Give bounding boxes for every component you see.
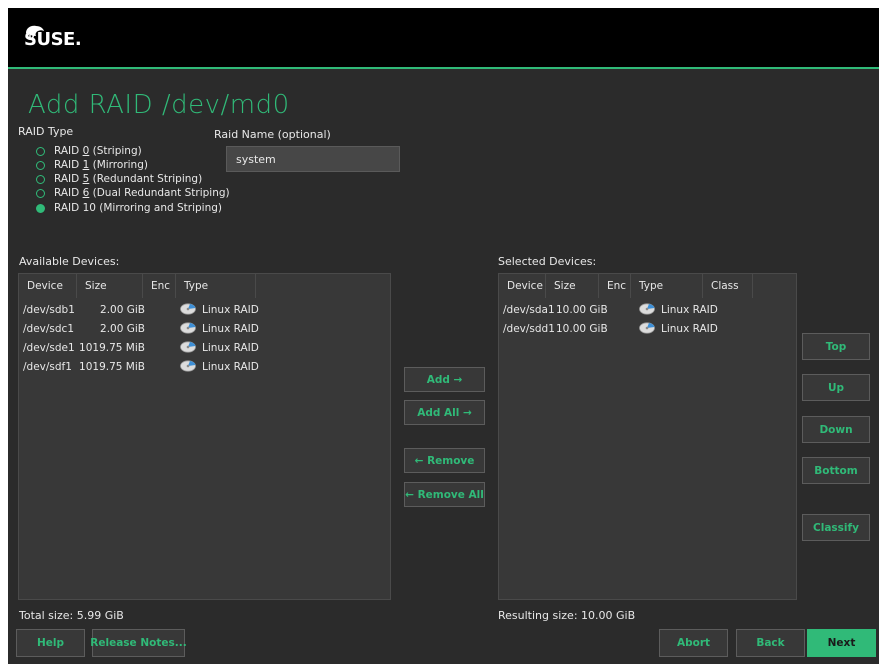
- raid-type-option-label: RAID 6 (Dual Redundant Striping): [54, 187, 230, 199]
- hard-disk-icon: [180, 303, 196, 315]
- installer-window: SUSE. Add RAID /dev/md0 RAID Type RAID 0…: [8, 8, 879, 664]
- raid-type-option[interactable]: RAID 10 (Mirroring and Striping): [36, 201, 222, 215]
- cell-type: Linux RAID: [180, 301, 259, 320]
- cell-size: 1019.75 MiB: [79, 342, 145, 354]
- raid-name-label: Raid Name (optional): [214, 128, 331, 141]
- up-button-label: Up: [827, 381, 845, 394]
- bottom-button[interactable]: Bottom: [802, 457, 870, 484]
- top-button[interactable]: Top: [802, 333, 870, 360]
- raid-type-option-label: RAID 10 (Mirroring and Striping): [54, 202, 222, 214]
- column-header[interactable]: Enc: [599, 274, 631, 298]
- raid-type-option-label: RAID 0 (Striping): [54, 145, 142, 157]
- next-button-label: Next: [827, 637, 856, 649]
- radio-unchecked-icon[interactable]: [36, 146, 45, 156]
- hard-disk-icon: [639, 322, 655, 334]
- radio-unchecked-icon[interactable]: [36, 174, 45, 184]
- table-row[interactable]: /dev/sde1 1019.75 MiB Linux RAID: [19, 339, 390, 358]
- raid-name-input[interactable]: [226, 146, 400, 172]
- classify-button[interactable]: Classify: [802, 514, 870, 541]
- suse-wordmark: SUSE.: [24, 29, 82, 50]
- add-all-button-label: Add All →: [417, 406, 472, 419]
- add-all-button[interactable]: Add All →: [404, 400, 485, 425]
- selected-devices-table[interactable]: Device Size Enc Type Class /dev/sda1 10.00 Gi…: [498, 273, 797, 600]
- cell-device: /dev/sdb1: [23, 304, 75, 316]
- back-button[interactable]: Back: [736, 629, 805, 657]
- raid-type-option[interactable]: RAID 0 (Striping): [36, 144, 142, 158]
- help-button-label: Help: [36, 637, 65, 649]
- remove-all-button[interactable]: ← Remove All: [404, 482, 485, 507]
- cell-type: Linux RAID: [639, 301, 718, 320]
- cell-type: Linux RAID: [639, 320, 718, 339]
- cell-type: Linux RAID: [180, 358, 259, 377]
- help-button[interactable]: Help: [16, 629, 85, 657]
- hard-disk-icon: [180, 360, 196, 372]
- column-header[interactable]: Device: [19, 274, 77, 298]
- raid-type-option[interactable]: RAID 1 (Mirroring): [36, 158, 148, 172]
- remove-button[interactable]: ← Remove: [404, 448, 485, 473]
- column-header[interactable]: Size: [546, 274, 599, 298]
- cell-device: /dev/sde1: [23, 342, 75, 354]
- cell-device: /dev/sdc1: [23, 323, 75, 335]
- hard-disk-icon: [180, 341, 196, 353]
- cell-size: 10.00 GiB: [556, 304, 608, 316]
- column-header[interactable]: Device: [499, 274, 546, 298]
- table-row[interactable]: /dev/sda1 10.00 GiB Linux RAID: [499, 301, 796, 320]
- radio-unchecked-icon[interactable]: [36, 188, 45, 198]
- cell-device: /dev/sda1: [503, 304, 555, 316]
- cell-type: Linux RAID: [180, 320, 259, 339]
- column-header[interactable]: Enc: [143, 274, 176, 298]
- table-row[interactable]: /dev/sdf1 1019.75 MiB Linux RAID: [19, 358, 390, 377]
- table-row[interactable]: /dev/sdc1 2.00 GiB Linux RAID: [19, 320, 390, 339]
- available-devices-label: Available Devices:: [19, 255, 120, 268]
- top-button-label: Top: [825, 340, 847, 353]
- add-button-label: Add →: [426, 373, 463, 386]
- hard-disk-icon: [180, 322, 196, 334]
- total-size-label: Total size: 5.99 GiB: [19, 609, 124, 622]
- cell-device: /dev/sdd1: [503, 323, 555, 335]
- release-notes-button[interactable]: Release Notes...: [90, 629, 187, 657]
- release-notes-button-label: Release Notes...: [90, 637, 187, 649]
- cell-device: /dev/sdf1: [23, 361, 72, 373]
- top-bar: SUSE.: [8, 8, 879, 67]
- column-header[interactable]: Type: [631, 274, 703, 298]
- back-button-label: Back: [756, 637, 785, 649]
- cell-size: 10.00 GiB: [556, 323, 608, 335]
- abort-button-label: Abort: [676, 637, 711, 649]
- abort-button[interactable]: Abort: [659, 629, 728, 657]
- remove-all-button-label: ← Remove All: [405, 488, 484, 501]
- cell-size: 1019.75 MiB: [79, 361, 145, 373]
- radio-checked-icon[interactable]: [36, 203, 45, 213]
- up-button[interactable]: Up: [802, 374, 870, 401]
- available-devices-table[interactable]: Device Size Enc Type /dev/sdb1 2.00 GiB Linux…: [18, 273, 391, 600]
- next-button[interactable]: Next: [807, 629, 876, 657]
- classify-button-label: Classify: [813, 521, 859, 534]
- raid-type-option-label: RAID 1 (Mirroring): [54, 159, 148, 171]
- bottom-button-label: Bottom: [814, 464, 858, 477]
- selected-devices-label: Selected Devices:: [498, 255, 597, 268]
- radio-unchecked-icon[interactable]: [36, 160, 45, 170]
- table-row[interactable]: /dev/sdb1 2.00 GiB Linux RAID: [19, 301, 390, 320]
- raid-type-option-label: RAID 5 (Redundant Striping): [54, 173, 203, 185]
- raid-type-option[interactable]: RAID 5 (Redundant Striping): [36, 172, 202, 186]
- page-title: Add RAID /dev/md0: [28, 90, 290, 120]
- cell-size: 2.00 GiB: [100, 304, 145, 316]
- table-row[interactable]: /dev/sdd1 10.00 GiB Linux RAID: [499, 320, 796, 339]
- column-header[interactable]: Type: [176, 274, 256, 298]
- resulting-size-label: Resulting size: 10.00 GiB: [498, 609, 636, 622]
- remove-button-label: ← Remove: [414, 454, 475, 467]
- column-header[interactable]: Class: [703, 274, 753, 298]
- raid-type-option[interactable]: RAID 6 (Dual Redundant Striping): [36, 186, 230, 200]
- add-button[interactable]: Add →: [404, 367, 485, 392]
- column-header[interactable]: Size: [77, 274, 143, 298]
- header-accent-line: [8, 67, 879, 69]
- down-button[interactable]: Down: [802, 416, 870, 443]
- down-button-label: Down: [819, 423, 853, 436]
- cell-size: 2.00 GiB: [100, 323, 145, 335]
- cell-type: Linux RAID: [180, 339, 259, 358]
- hard-disk-icon: [639, 303, 655, 315]
- raid-type-label: RAID Type: [18, 125, 74, 138]
